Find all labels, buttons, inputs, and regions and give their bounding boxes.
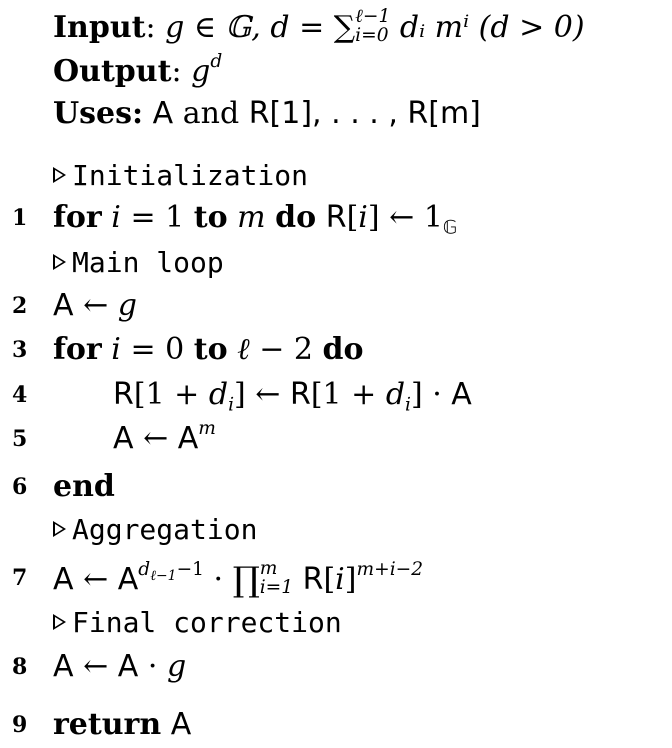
input-sum-limits: ℓ−1 i=0 <box>355 8 390 45</box>
line-8-content: A ← A · g <box>53 649 187 684</box>
comment-agg-text: Aggregation <box>72 513 258 546</box>
line-number: 7 <box>12 565 28 591</box>
algorithm-figure: Input: g ∈ 𝔾, d = ∑ ℓ−1 i=0 dᵢ mⁱ (d > 0) … <box>0 0 672 748</box>
line-number: 4 <box>12 382 28 408</box>
comment-agg-content: Aggregation <box>53 510 257 550</box>
comment-final-text: Final correction <box>72 606 342 639</box>
line-number: 1 <box>12 205 28 231</box>
line-7-content: A ← Adℓ−1−1 · ∏ m i=1 R[i]m+i−2 <box>53 558 424 600</box>
line-number: 3 <box>12 337 28 363</box>
comment-init-text: Initialization <box>72 159 309 192</box>
line-number: 9 <box>12 712 28 738</box>
input-text: g ∈ 𝔾, d = ∑ <box>165 10 356 45</box>
line-number: 2 <box>12 293 28 319</box>
comment-triangle-icon <box>53 521 66 537</box>
line-number: 8 <box>12 654 28 680</box>
output-label: Output <box>53 54 172 89</box>
uses-a: A <box>152 96 174 131</box>
line-number: 5 <box>12 426 28 452</box>
output-content: Output: gd <box>53 51 223 89</box>
end-keyword: end <box>53 469 115 504</box>
uses-label: Uses: <box>53 96 144 131</box>
line-6-content: end <box>53 467 115 507</box>
input-label: Input <box>53 10 146 45</box>
output-sup: d <box>210 51 223 73</box>
uses-content: Uses: A and R[1], . . . , R[m] <box>53 94 481 134</box>
comment-triangle-icon <box>53 254 66 270</box>
comment-init-content: Initialization <box>53 156 308 196</box>
line-5-content: A ← Am <box>113 418 216 456</box>
output-text: g <box>191 54 211 89</box>
comment-main-content: Main loop <box>53 243 224 283</box>
uses-and: and <box>182 96 240 131</box>
comment-main-text: Main loop <box>72 246 224 279</box>
uses-list: R[1], . . . , R[m] <box>248 96 481 131</box>
input-tail: dᵢ mⁱ (d > 0) <box>399 10 585 45</box>
line-2-content: A ← g <box>53 288 137 323</box>
line-4-content: R[1 + di] ← R[1 + di] · A <box>113 377 472 416</box>
comment-triangle-icon <box>53 614 66 630</box>
input-sum-lower: i=0 <box>355 25 389 46</box>
line-9-content: return A <box>53 707 192 742</box>
input-content: Input: g ∈ 𝔾, d = ∑ ℓ−1 i=0 dᵢ mⁱ (d > 0) <box>53 6 585 46</box>
comment-triangle-icon <box>53 167 66 183</box>
comment-final-content: Final correction <box>53 603 342 643</box>
line-3-content: for i = 0 to ℓ − 2 do <box>53 332 364 367</box>
line-number: 6 <box>12 474 28 500</box>
line-1-content: for i = 1 to m do R[i] ← 1𝔾 <box>53 200 458 239</box>
